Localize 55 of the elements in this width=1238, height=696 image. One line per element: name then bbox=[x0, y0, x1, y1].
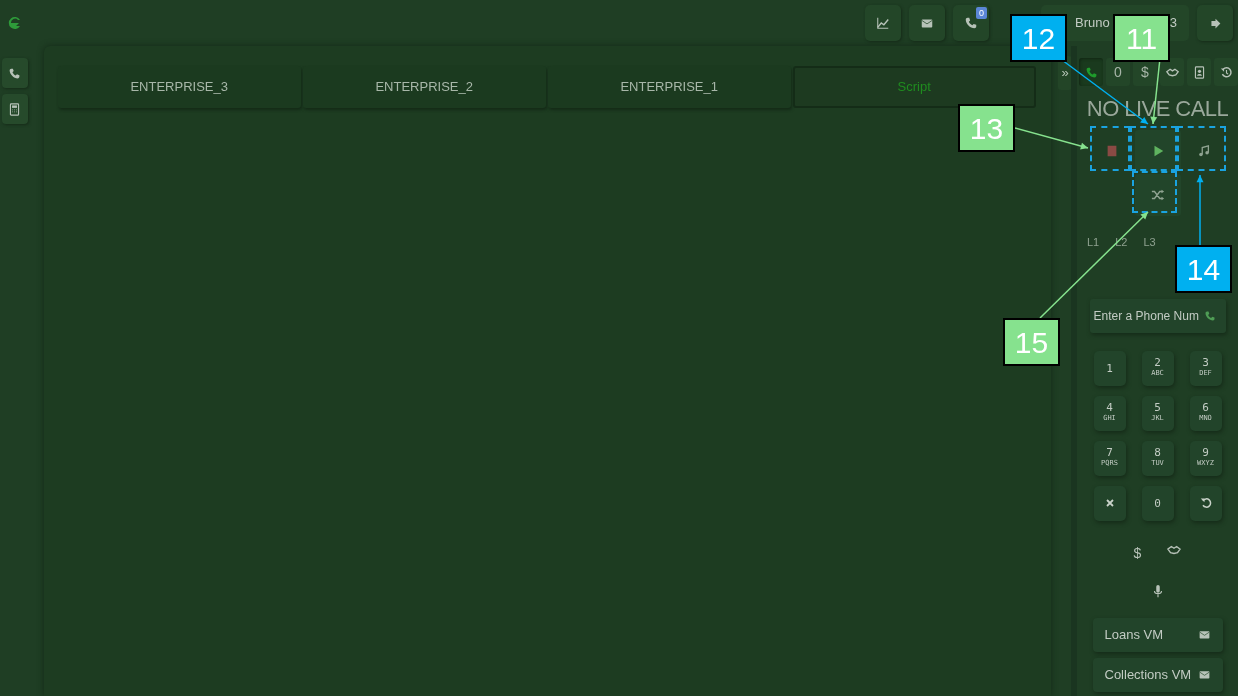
mail-icon bbox=[1197, 628, 1211, 641]
highlight-box bbox=[1177, 126, 1226, 171]
callout-arrow bbox=[1196, 174, 1204, 246]
contact-button[interactable] bbox=[1187, 58, 1211, 86]
tab[interactable]: ENTERPRISE_2 bbox=[302, 66, 546, 108]
highlight-box bbox=[1090, 126, 1130, 171]
line-button[interactable]: L3 bbox=[1143, 234, 1156, 251]
phone-number-input[interactable]: Enter a Phone Num bbox=[1089, 306, 1200, 325]
history-icon bbox=[1219, 65, 1233, 79]
music-note-icon bbox=[1196, 144, 1211, 158]
dial-key[interactable]: 1 bbox=[1093, 350, 1126, 386]
count-badge: 0 bbox=[976, 7, 987, 19]
clear-key[interactable] bbox=[1093, 485, 1126, 521]
calculator-icon bbox=[8, 102, 22, 116]
tab[interactable]: ENTERPRISE_3 bbox=[57, 66, 301, 108]
callout-number: 12 bbox=[1010, 14, 1067, 62]
close-icon bbox=[1103, 497, 1116, 509]
voicemail-button[interactable]: Loans VM bbox=[1092, 617, 1223, 652]
shuffle-button[interactable] bbox=[1134, 174, 1181, 216]
phone-button[interactable]: 0 bbox=[953, 5, 989, 41]
callout-number: 14 bbox=[1175, 245, 1232, 293]
phone-icon bbox=[964, 16, 978, 30]
voicemail-button[interactable]: Collections VM bbox=[1092, 657, 1223, 692]
history-button[interactable] bbox=[1214, 58, 1238, 86]
action-text-button[interactable]: $ bbox=[1133, 542, 1142, 564]
callout-number: 15 bbox=[1003, 318, 1060, 366]
user-name: Bruno bbox=[1075, 14, 1110, 33]
redo-icon bbox=[1199, 497, 1212, 509]
callout-number: 13 bbox=[958, 104, 1015, 152]
highlight-box bbox=[1130, 126, 1177, 171]
toolbar-text-button[interactable]: 0 bbox=[1106, 58, 1130, 86]
line-button[interactable]: L2 bbox=[1115, 234, 1128, 251]
contact-card-icon bbox=[1192, 65, 1206, 79]
mail-button[interactable] bbox=[909, 5, 945, 41]
chart-icon bbox=[876, 16, 890, 30]
play-button[interactable] bbox=[1134, 130, 1181, 172]
phone-icon bbox=[8, 66, 22, 80]
line-button[interactable]: L1 bbox=[1087, 234, 1100, 251]
phone-button[interactable] bbox=[1079, 58, 1103, 86]
phone-icon bbox=[1203, 309, 1216, 322]
phone-icon bbox=[1084, 65, 1098, 79]
phone-button[interactable] bbox=[1, 58, 28, 88]
phone-number-field[interactable]: Enter a Phone Num bbox=[1089, 298, 1226, 333]
logo-icon bbox=[7, 15, 23, 31]
chart-button[interactable] bbox=[865, 5, 901, 41]
calculator-button[interactable] bbox=[1, 94, 28, 124]
tab[interactable]: ENTERPRISE_1 bbox=[547, 66, 791, 108]
dial-key[interactable]: 0 bbox=[1141, 485, 1174, 521]
callout-number: 11 bbox=[1113, 14, 1170, 62]
highlight-box bbox=[1132, 171, 1177, 213]
shuffle-icon bbox=[1150, 188, 1165, 202]
mail-icon bbox=[1197, 668, 1211, 681]
user-name-suffix: 3 bbox=[1169, 14, 1177, 33]
redial-key[interactable] bbox=[1189, 485, 1222, 521]
logout-button[interactable] bbox=[1197, 5, 1233, 41]
